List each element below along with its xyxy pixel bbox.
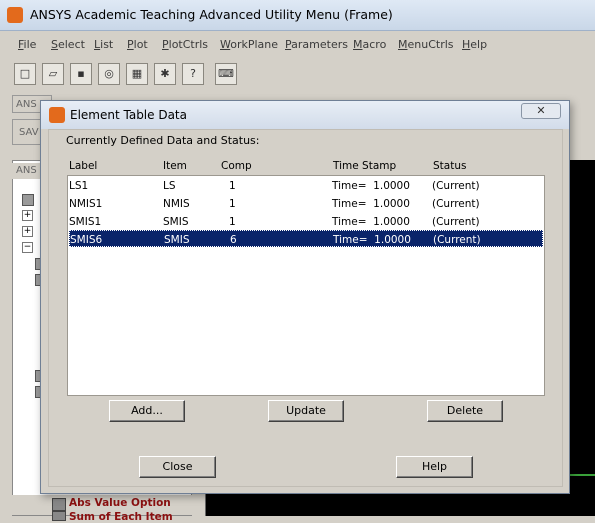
- image-capture-icon[interactable]: ▦: [126, 63, 148, 85]
- ansys-logo-icon: [49, 107, 65, 123]
- menu-plot[interactable]: Plot: [127, 38, 148, 51]
- cell-item: SMIS: [163, 216, 189, 228]
- tree-collapse-icon[interactable]: −: [22, 242, 33, 253]
- cell-label: LS1: [69, 180, 89, 192]
- cell-time-stamp: Time= 1.0000: [332, 180, 410, 192]
- close-button[interactable]: Close: [139, 456, 216, 478]
- menu-help[interactable]: Help: [462, 38, 487, 51]
- tree-folder-icon: [22, 194, 34, 206]
- cell-comp: 1: [229, 198, 236, 210]
- tree-item-icon: [52, 498, 66, 511]
- column-header-label: Label: [69, 160, 98, 172]
- menu-workplane[interactable]: WorkPlane: [220, 38, 278, 51]
- tree-item-icon: [52, 511, 66, 521]
- column-header-comp: Comp: [221, 160, 252, 172]
- column-header-time-stamp: Time Stamp: [333, 160, 397, 172]
- menu-macro[interactable]: Macro: [353, 38, 386, 51]
- pan-zoom-icon[interactable]: ◎: [98, 63, 120, 85]
- delete-button[interactable]: Delete: [427, 400, 503, 422]
- cell-label: SMIS6: [70, 234, 103, 246]
- cell-time-stamp: Time= 1.0000: [333, 234, 411, 246]
- cell-status: (Current): [432, 198, 480, 210]
- app-title: ANSYS Academic Teaching Advanced Utility…: [30, 7, 393, 22]
- table-row[interactable]: SMIS1 SMIS 1 Time= 1.0000 (Current): [69, 213, 543, 230]
- tree-item-label: Sum of Each Item: [69, 511, 173, 523]
- cell-item: SMIS: [164, 234, 190, 246]
- help-button[interactable]: Help: [396, 456, 473, 478]
- column-header-item: Item: [163, 160, 187, 172]
- menu-bar: File Select List Plot PlotCtrls WorkPlan…: [10, 35, 595, 55]
- cell-comp: 1: [229, 180, 236, 192]
- element-table-dialog: Element Table Data ✕ Currently Defined D…: [40, 100, 570, 494]
- menu-list[interactable]: List: [94, 38, 113, 51]
- menu-file[interactable]: File: [18, 38, 36, 51]
- dialog-title: Element Table Data: [70, 108, 187, 122]
- report-icon[interactable]: ✱: [154, 63, 176, 85]
- element-table-list[interactable]: LS1 LS 1 Time= 1.0000 (Current) NMIS1 NM…: [67, 175, 545, 396]
- table-row[interactable]: NMIS1 NMIS 1 Time= 1.0000 (Current): [69, 195, 543, 212]
- ansys-logo-icon: [7, 7, 23, 23]
- tree-expand-icon[interactable]: +: [22, 226, 33, 237]
- keyboard-icon[interactable]: ⌨: [215, 63, 237, 85]
- cell-comp: 1: [229, 216, 236, 228]
- table-row-selected[interactable]: SMIS6 SMIS 6 Time= 1.0000 (Current): [69, 230, 543, 247]
- tree-item-label: Abs Value Option: [69, 497, 171, 509]
- cell-label: SMIS1: [69, 216, 102, 228]
- column-header-status: Status: [433, 160, 467, 172]
- cell-status: (Current): [432, 216, 480, 228]
- open-folder-icon[interactable]: ▱: [42, 63, 64, 85]
- help-icon[interactable]: ?: [182, 63, 204, 85]
- close-icon[interactable]: ✕: [521, 103, 561, 119]
- menu-parameters[interactable]: Parameters: [285, 38, 348, 51]
- cell-status: (Current): [433, 234, 481, 246]
- cell-label: NMIS1: [69, 198, 103, 210]
- toolbar: □ ▱ ▪ ◎ ▦ ✱ ? ⌨: [12, 60, 595, 90]
- cell-status: (Current): [432, 180, 480, 192]
- dialog-title-bar[interactable]: Element Table Data ✕: [41, 101, 569, 129]
- new-file-icon[interactable]: □: [14, 63, 36, 85]
- menu-menuctrls[interactable]: MenuCtrls: [398, 38, 454, 51]
- add-button[interactable]: Add...: [109, 400, 185, 422]
- cell-item: NMIS: [163, 198, 190, 210]
- cell-item: LS: [163, 180, 176, 192]
- cell-comp: 6: [230, 234, 237, 246]
- menu-plotctrls[interactable]: PlotCtrls: [162, 38, 208, 51]
- tree-expand-icon[interactable]: +: [22, 210, 33, 221]
- app-title-bar: ANSYS Academic Teaching Advanced Utility…: [0, 0, 595, 31]
- save-icon[interactable]: ▪: [70, 63, 92, 85]
- table-row[interactable]: LS1 LS 1 Time= 1.0000 (Current): [69, 177, 543, 194]
- tree-item-sum[interactable]: Sum of Each Item: [52, 511, 182, 523]
- menu-select[interactable]: Select: [51, 38, 85, 51]
- update-button[interactable]: Update: [268, 400, 344, 422]
- status-heading: Currently Defined Data and Status:: [66, 134, 260, 147]
- cell-time-stamp: Time= 1.0000: [332, 198, 410, 210]
- cell-time-stamp: Time= 1.0000: [332, 216, 410, 228]
